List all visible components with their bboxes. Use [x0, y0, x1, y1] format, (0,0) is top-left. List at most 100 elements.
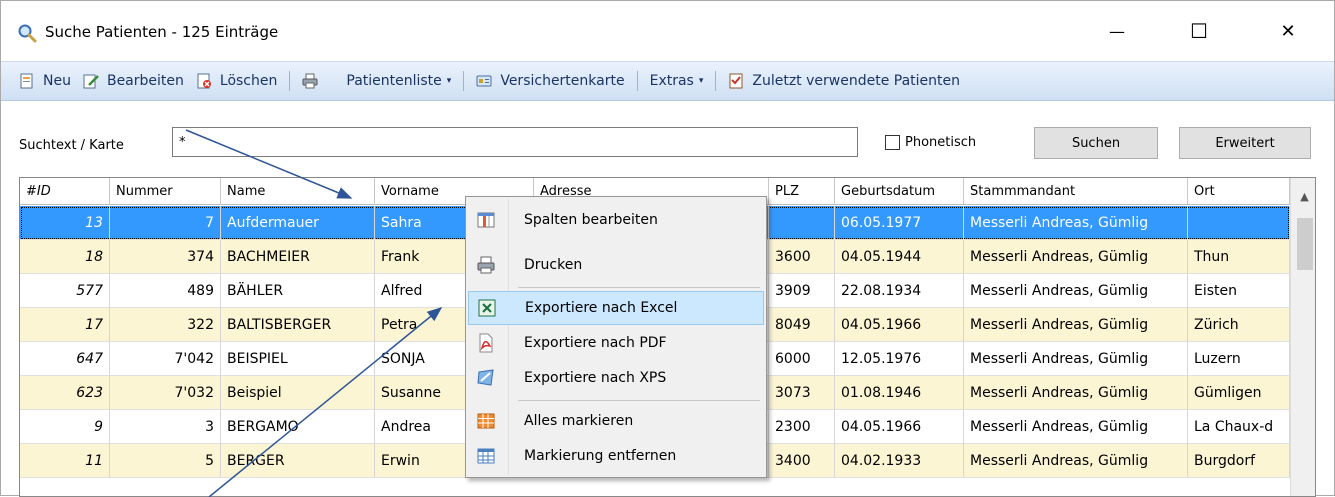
search-input[interactable] [172, 127, 858, 157]
advanced-search-button[interactable]: Erweitert [1179, 127, 1311, 159]
close-icon: ✕ [1280, 21, 1295, 42]
edit-icon [83, 73, 99, 89]
patient-search-window: Suche Patienten - 125 Einträge — ☐ ✕ Neu… [0, 0, 1335, 496]
table-cell-nummer: 7'042 [110, 342, 221, 376]
recent-patients-label: Zuletzt verwendete Patienten [752, 73, 960, 89]
table-cell-ort: Thun [1188, 240, 1290, 274]
column-header-geburtsdatum[interactable]: Geburtsdatum [835, 178, 964, 205]
table-cell-geburt: 06.05.1977 [835, 206, 964, 240]
toolbar-separator [637, 71, 638, 91]
recent-patients-button[interactable]: Zuletzt verwendete Patienten [722, 67, 966, 95]
delete-label: Löschen [220, 73, 277, 89]
phonetic-checkbox[interactable]: Phonetisch [885, 135, 976, 150]
insurance-card-icon [476, 73, 492, 89]
insurancecard-button[interactable]: Versichertenkarte [470, 67, 630, 95]
menu-item-export-xps[interactable]: Exportiere nach XPS [468, 361, 764, 395]
chevron-down-icon: ▾ [699, 76, 704, 86]
menu-item-export-pdf[interactable]: Exportiere nach PDF [468, 326, 764, 360]
close-button[interactable]: ✕ [1265, 15, 1311, 47]
table-cell-id: 647 [20, 342, 110, 376]
column-header-plz[interactable]: PLZ [769, 178, 835, 205]
table-cell-name: BERGER [221, 444, 375, 478]
menu-item-label: Alles markieren [524, 413, 633, 429]
menu-item-edit-columns[interactable]: Spalten bearbeiten [468, 203, 764, 237]
maximize-button[interactable]: ☐ [1176, 15, 1222, 47]
table-cell-plz: 2300 [769, 410, 835, 444]
patientlist-dropdown[interactable]: Patientenliste ▾ [340, 67, 457, 95]
menu-item-print[interactable]: Drucken [468, 248, 764, 282]
table-cell-geburt: 04.05.1966 [835, 410, 964, 444]
new-document-icon [19, 73, 35, 89]
toolbar-separator [289, 71, 290, 91]
table-cell-id: 577 [20, 274, 110, 308]
table-cell-plz: 6000 [769, 342, 835, 376]
minimize-icon: — [1109, 22, 1125, 41]
scroll-thumb[interactable] [1297, 218, 1313, 270]
menu-item-label: Drucken [524, 257, 582, 273]
table-cell-name: Beispiel [221, 376, 375, 410]
table-cell-plz: 3073 [769, 376, 835, 410]
select-all-icon [476, 411, 496, 431]
print-button[interactable] [296, 67, 332, 95]
menu-item-label: Exportiere nach Excel [525, 300, 677, 316]
table-cell-id: 9 [20, 410, 110, 444]
table-cell-ort [1188, 206, 1290, 240]
column-header-name[interactable]: Name [221, 178, 375, 205]
column-header-nummer[interactable]: Nummer [110, 178, 221, 205]
table-cell-ort: Gümligen [1188, 376, 1290, 410]
delete-button[interactable]: Löschen [190, 67, 283, 95]
table-cell-plz [769, 206, 835, 240]
table-cell-name: BERGAMO [221, 410, 375, 444]
search-label: Suchtext / Karte [19, 138, 124, 153]
xps-icon [476, 368, 496, 388]
table-cell-name: BEISPIEL [221, 342, 375, 376]
menu-separator [518, 287, 760, 288]
minimize-button[interactable]: — [1094, 15, 1140, 47]
new-button[interactable]: Neu [13, 67, 77, 95]
column-header-id[interactable]: #ID [20, 178, 110, 205]
table-cell-nummer: 489 [110, 274, 221, 308]
table-cell-ort: Luzern [1188, 342, 1290, 376]
insurancecard-label: Versichertenkarte [500, 73, 624, 89]
menu-item-select-all[interactable]: Alles markieren [468, 404, 764, 438]
delete-icon [196, 73, 212, 89]
table-cell-mandant: Messerli Andreas, Gümlig [964, 308, 1188, 342]
printer-icon [302, 73, 318, 89]
menu-item-label: Exportiere nach XPS [524, 370, 666, 386]
table-cell-name: Aufdermauer [221, 206, 375, 240]
table-cell-mandant: Messerli Andreas, Gümlig [964, 342, 1188, 376]
table-cell-mandant: Messerli Andreas, Gümlig [964, 444, 1188, 478]
table-cell-mandant: Messerli Andreas, Gümlig [964, 410, 1188, 444]
toolbar-separator [463, 71, 464, 91]
phonetic-checkbox-box[interactable] [885, 135, 900, 150]
extras-dropdown[interactable]: Extras ▾ [644, 67, 710, 95]
table-cell-ort: La Chaux-d [1188, 410, 1290, 444]
table-cell-mandant: Messerli Andreas, Gümlig [964, 274, 1188, 308]
table-cell-id: 17 [20, 308, 110, 342]
table-cell-mandant: Messerli Andreas, Gümlig [964, 240, 1188, 274]
menu-item-export-excel[interactable]: Exportiere nach Excel [468, 291, 764, 325]
table-cell-name: BACHMEIER [221, 240, 375, 274]
menu-item-label: Spalten bearbeiten [524, 212, 658, 228]
table-cell-id: 623 [20, 376, 110, 410]
pdf-icon [476, 333, 496, 353]
column-header-ort[interactable]: Ort [1188, 178, 1290, 205]
table-cell-geburt: 22.08.1934 [835, 274, 964, 308]
scroll-up-icon[interactable]: ▲ [1291, 184, 1316, 208]
table-cell-id: 11 [20, 444, 110, 478]
table-cell-plz: 3600 [769, 240, 835, 274]
table-cell-nummer: 7 [110, 206, 221, 240]
extras-label: Extras [650, 73, 694, 89]
table-cell-id: 18 [20, 240, 110, 274]
search-button[interactable]: Suchen [1034, 127, 1158, 159]
phonetic-label: Phonetisch [905, 135, 976, 150]
vertical-scrollbar[interactable]: ▲ [1290, 178, 1316, 497]
table-cell-geburt: 04.05.1966 [835, 308, 964, 342]
table-cell-ort: Zürich [1188, 308, 1290, 342]
column-header-stammmandant[interactable]: Stammmandant [964, 178, 1188, 205]
edit-button[interactable]: Bearbeiten [77, 67, 190, 95]
menu-item-label: Exportiere nach PDF [524, 335, 667, 351]
menu-item-deselect[interactable]: Markierung entfernen [468, 439, 764, 473]
maximize-icon: ☐ [1190, 19, 1208, 43]
toolbar: Neu Bearbeiten Löschen Patientenliste ▾ … [1, 61, 1334, 101]
